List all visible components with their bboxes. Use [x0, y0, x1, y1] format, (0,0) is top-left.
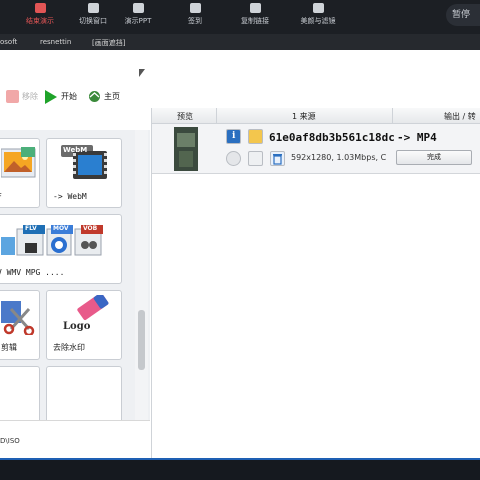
- format-badge: FLV: [25, 225, 37, 232]
- format-badge: MOV: [53, 225, 69, 232]
- window-tab[interactable]: resnettin: [40, 38, 71, 46]
- info-icon[interactable]: i: [226, 129, 241, 144]
- image-convert-icon: [1, 147, 36, 178]
- window-tab[interactable]: osoft: [0, 38, 17, 46]
- present-ppt-button[interactable]: 演示PPT: [108, 3, 168, 26]
- function-panel: F WebM -> WebM: [0, 130, 150, 426]
- left-scrollbar[interactable]: [135, 130, 148, 420]
- function-tile[interactable]: [46, 366, 122, 426]
- home-button[interactable]: 主页: [88, 89, 120, 105]
- file-info: 592x1280, 1.03Mbps, C: [291, 153, 387, 162]
- file-name: 61e0af8db3b561c18dc: [269, 131, 395, 144]
- image-convert-tile[interactable]: F: [0, 138, 40, 208]
- folder-icon[interactable]: [248, 129, 263, 144]
- remove-icon: [6, 90, 19, 103]
- output-format: -> MP4: [397, 131, 437, 144]
- left-bottom-panel: D\ISO: [0, 420, 150, 458]
- screen: 结束演示 切换窗口 演示PPT 签到 复制链接 美颜与滤镜 暂停 osoft r…: [0, 0, 480, 480]
- function-tile[interactable]: [0, 366, 40, 426]
- mouse-cursor-icon: [139, 69, 145, 77]
- convert-to-webm-tile[interactable]: WebM -> WebM: [46, 138, 122, 208]
- home-icon: [88, 90, 101, 103]
- column-divider[interactable]: [216, 108, 217, 124]
- pause-button[interactable]: 暂停: [446, 4, 480, 26]
- play-icon: [45, 89, 57, 104]
- stop-presenting-button[interactable]: 结束演示: [10, 3, 70, 26]
- copy-link-button[interactable]: 复制链接: [225, 3, 285, 26]
- window-tab-strip: osoft resnettin [画面遮挡]: [0, 34, 480, 50]
- logo-text: Logo: [63, 321, 91, 332]
- settings-icon[interactable]: [226, 151, 241, 166]
- delete-icon[interactable]: [270, 151, 285, 166]
- video-formats-tile[interactable]: FLV MOV VOB V WMV MPG ....: [0, 214, 122, 284]
- window-tab[interactable]: [画面遮挡]: [92, 38, 125, 48]
- subtitle-icon[interactable]: [248, 151, 263, 166]
- taskbar: [0, 458, 480, 480]
- video-thumbnail: [174, 127, 198, 171]
- scissors-icon: [1, 301, 35, 335]
- sparkle-icon: [312, 3, 324, 13]
- table-row[interactable]: i 61e0af8db3b561c18dc -> MP4 592x1280, 1…: [152, 124, 480, 174]
- preview-column-header[interactable]: 预览: [177, 111, 193, 122]
- webm-badge: WebM: [63, 146, 88, 154]
- app-toolbar: 移除 开始 主页: [0, 84, 150, 108]
- checkin-icon: [189, 3, 201, 13]
- output-column-header[interactable]: 输出 / 转: [444, 111, 476, 122]
- format-badge: VOB: [83, 225, 98, 232]
- meeting-toolbar: 结束演示 切换窗口 演示PPT 签到 复制链接 美颜与滤镜 暂停: [0, 0, 480, 34]
- scrollbar-thumb[interactable]: [138, 310, 145, 370]
- file-list: 预览 1 来源 输出 / 转 i 61e0af8db3b561c18dc -> …: [151, 108, 480, 458]
- remove-button[interactable]: 移除: [6, 89, 38, 105]
- start-button[interactable]: 开始: [45, 89, 77, 105]
- clip-tile[interactable]: 剪辑: [0, 290, 40, 360]
- done-button[interactable]: 完成: [396, 150, 472, 165]
- converter-window: 移除 开始 主页 F: [0, 50, 480, 458]
- checkin-button[interactable]: 签到: [165, 3, 225, 26]
- window-switch-icon: [87, 3, 99, 13]
- list-header: 预览 1 来源 输出 / 转: [152, 108, 480, 124]
- ppt-icon: [132, 3, 144, 13]
- iso-item[interactable]: D\ISO: [0, 437, 20, 445]
- beauty-filter-button[interactable]: 美颜与滤镜: [288, 3, 348, 26]
- source-column-header[interactable]: 1 来源: [292, 111, 316, 122]
- column-divider[interactable]: [392, 108, 393, 124]
- user-link-icon: [249, 3, 261, 13]
- remove-watermark-tile[interactable]: Logo 去除水印: [46, 290, 122, 360]
- screen-share-icon: [34, 3, 46, 13]
